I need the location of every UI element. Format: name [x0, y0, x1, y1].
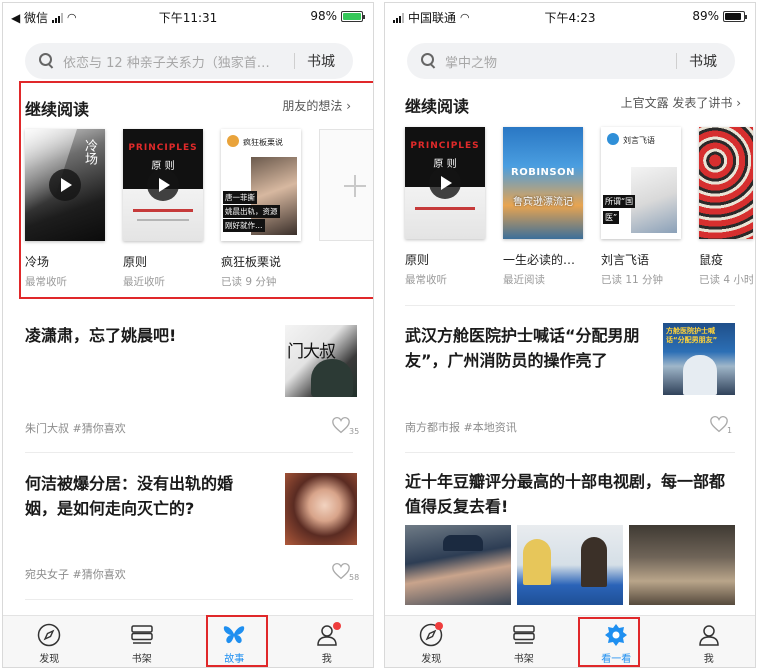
divider [25, 452, 353, 453]
like-button[interactable]: 1 [709, 415, 733, 437]
tab-label: 发现 [39, 654, 60, 665]
tab-discover[interactable]: 发现 [3, 616, 96, 667]
search-input[interactable]: 依恋与 12 种亲子关系力（独家首… [63, 52, 282, 71]
search-bar[interactable]: 依恋与 12 种亲子关系力（独家首… 书城 [25, 43, 353, 79]
like-button[interactable]: 35 [331, 416, 359, 438]
search-input[interactable]: 掌中之物 [445, 52, 664, 71]
tab-label: 发现 [421, 654, 442, 665]
heart-icon [332, 416, 350, 434]
tab-bookshelf[interactable]: 书架 [478, 616, 571, 667]
book-status: 已读 4 小时 [699, 274, 753, 286]
thumbnail-caption: 方舱医院护士喊话“分配男朋友” [666, 327, 718, 344]
battery-percent: 89% [692, 9, 719, 23]
book-cover[interactable]: ROBINSON 鲁宾逊漂流记 [503, 127, 583, 239]
heart-icon [332, 562, 350, 580]
book-title: 鼠疫 [699, 253, 724, 267]
book-title: 一生必读的… [503, 253, 576, 267]
battery-icon [723, 10, 747, 22]
tab-label: 我 [321, 654, 332, 665]
article-image[interactable] [517, 525, 623, 605]
bookshelf-icon [513, 625, 535, 644]
cover-title-en: PRINCIPLES [410, 141, 480, 151]
tab-bookshelf[interactable]: 书架 [96, 616, 189, 667]
cover-line: 医” [603, 211, 620, 224]
cover-title-cn: 鲁宾逊漂流记 [513, 197, 573, 208]
bottom-tab-bar: 发现 书架 故事 我 [3, 615, 373, 667]
book-item[interactable]: PRINCIPLES 原 则 原则 最常收听 [405, 127, 503, 287]
article-meta: 宛央女子 #猜你喜欢 [25, 568, 126, 581]
book-item[interactable]: ROBINSON 鲁宾逊漂流记 一生必读的… 最近阅读 [503, 127, 601, 287]
book-status: 最近阅读 [503, 274, 545, 286]
tab-label: 我 [703, 654, 714, 665]
search-icon [39, 53, 55, 69]
bookstore-link[interactable]: 书城 [689, 51, 717, 71]
article-thumbnail[interactable]: 门大叔 [285, 325, 357, 397]
book-status: 已读 11 分钟 [601, 274, 664, 286]
book-cover[interactable]: PRINCIPLES 原 则 [405, 127, 485, 239]
compass-icon [38, 623, 61, 647]
profile-icon [698, 625, 719, 646]
like-count: 1 [727, 426, 733, 435]
search-bar[interactable]: 掌中之物 书城 [407, 43, 735, 79]
book-status: 最常收听 [405, 274, 447, 286]
notification-badge [435, 622, 443, 630]
bookstore-link[interactable]: 书城 [307, 51, 335, 71]
continue-reading-title: 继续阅读 [405, 97, 470, 116]
status-bar: 中国联通 ◠ 下午4:23 89% [385, 3, 755, 29]
article-meta: 南方都市报 #本地资讯 [405, 421, 517, 434]
book-title: 原则 [405, 253, 430, 267]
comparison-stage: ◀ 微信 ◠ 下午11:31 98% 依恋与 12 种亲子关系力（独家首… 书城… [0, 0, 762, 670]
continue-reading-shelf: PRINCIPLES 原 则 原则 最常收听 ROBINSON 鲁宾逊漂流记 一… [405, 127, 753, 287]
divider [25, 599, 353, 600]
book-cover[interactable] [699, 127, 753, 239]
cover-line: 所谓“国 [603, 195, 636, 208]
notification-badge [332, 622, 341, 630]
like-count: 35 [349, 427, 360, 436]
heart-icon [710, 415, 728, 433]
speaker-update-link[interactable]: 上官文露 发表了讲书 › [621, 94, 741, 111]
book-cover[interactable]: 刘言飞语 所谓“国 医” [601, 127, 681, 239]
tab-label: 书架 [513, 654, 534, 665]
highlight-box-continue-reading [19, 81, 373, 299]
tab-discover[interactable]: 发现 [385, 616, 478, 667]
tab-me[interactable]: 我 [281, 616, 374, 667]
left-phone-screen: ◀ 微信 ◠ 下午11:31 98% 依恋与 12 种亲子关系力（独家首… 书城… [2, 2, 374, 668]
article-title[interactable]: 武汉方舱医院护士喊话“分配男朋友”，广州消防员的操作亮了 [405, 323, 641, 373]
like-count: 58 [349, 573, 360, 582]
status-bar: ◀ 微信 ◠ 下午11:31 98% [3, 3, 373, 29]
cover-brand: 刘言飞语 [623, 136, 655, 145]
article-meta: 朱门大叔 #猜你喜欢 [25, 422, 126, 435]
divider [405, 452, 735, 453]
article-image[interactable] [629, 525, 735, 605]
bottom-tab-bar: 发现 书架 看一看 我 [385, 615, 755, 667]
search-divider [676, 53, 677, 69]
article-title[interactable]: 近十年豆瓣评分最高的十部电视剧，每一部都值得反复去看! [405, 469, 739, 519]
article-image[interactable] [405, 525, 511, 605]
cover-title-en: ROBINSON [511, 167, 575, 178]
book-item[interactable]: 鼠疫 已读 4 小时 [699, 127, 753, 287]
battery-percent: 98% [310, 9, 337, 23]
book-title: 刘言飞语 [601, 253, 650, 267]
bookshelf-icon [131, 625, 153, 644]
right-phone-screen: 中国联通 ◠ 下午4:23 89% 掌中之物 书城 继续阅读 上官文露 发表了讲… [384, 2, 756, 668]
article-title[interactable]: 凌潇肃，忘了姚晨吧! [25, 323, 255, 348]
battery-icon [341, 10, 365, 22]
article-thumbnail[interactable]: 方舱医院护士喊话“分配男朋友” [663, 323, 735, 395]
article-thumbnail[interactable] [285, 473, 357, 545]
play-icon[interactable] [429, 167, 461, 199]
divider [405, 305, 735, 306]
book-item[interactable]: 刘言飞语 所谓“国 医” 刘言飞语 已读 11 分钟 [601, 127, 699, 287]
tab-me[interactable]: 我 [663, 616, 756, 667]
tab-label: 书架 [131, 654, 152, 665]
highlight-box-story-tab [206, 615, 268, 667]
search-icon [421, 53, 437, 69]
article-title[interactable]: 何洁被爆分居：没有出轨的婚姻，是如何走向灭亡的? [25, 471, 261, 521]
search-divider [294, 53, 295, 69]
like-button[interactable]: 58 [331, 562, 359, 584]
highlight-box-watch-tab [578, 617, 640, 667]
